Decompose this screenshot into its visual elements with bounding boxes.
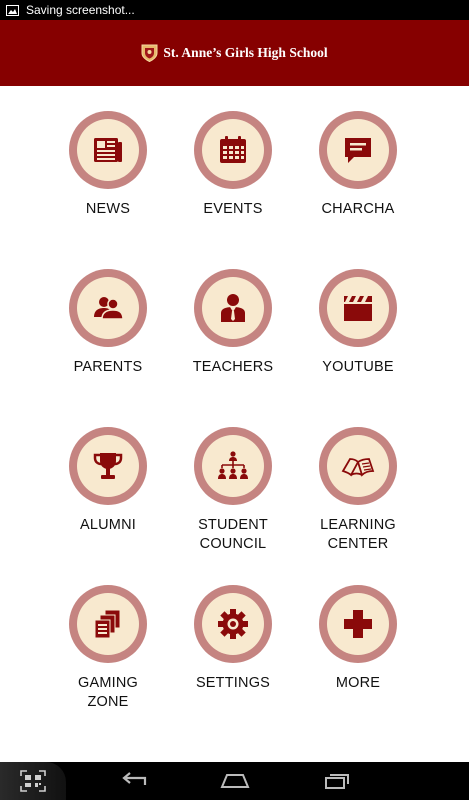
- menu-item-label: TEACHERS: [192, 359, 274, 375]
- icon-badge: [319, 585, 397, 663]
- status-bar: Saving screenshot...: [0, 0, 469, 20]
- screenshot-icon: [6, 4, 19, 16]
- newspaper-icon: [94, 138, 122, 162]
- trophy-icon: [93, 453, 123, 479]
- menu-item-label: CHARCHA: [321, 201, 395, 217]
- icon-badge: [319, 269, 397, 347]
- icon-badge: [194, 427, 272, 505]
- menu-item-teachers[interactable]: TEACHERS: [170, 269, 296, 377]
- menu-item-label: ALUMNI: [80, 517, 136, 533]
- menu-item-parents[interactable]: PARENTS: [45, 269, 171, 377]
- menu-item-student-council[interactable]: STUDENT COUNCIL: [170, 427, 296, 554]
- menu-item-label: LEARNING CENTER: [320, 517, 396, 552]
- gear-icon: [218, 609, 248, 639]
- menu-item-label: YOUTUBE: [322, 359, 394, 375]
- menu-item-label: STUDENT COUNCIL: [198, 517, 268, 552]
- back-arrow-icon: [122, 772, 147, 785]
- back-button[interactable]: [120, 769, 150, 793]
- icon-badge: [69, 269, 147, 347]
- icon-badge: [319, 427, 397, 505]
- menu-item-label: PARENTS: [73, 359, 143, 375]
- menu-item-more[interactable]: MORE: [295, 585, 421, 693]
- menu-item-settings[interactable]: SETTINGS: [170, 585, 296, 693]
- qr-scan-icon: [20, 770, 46, 792]
- icon-badge: [69, 585, 147, 663]
- menu-item-youtube[interactable]: YOUTUBE: [295, 269, 421, 377]
- menu-item-news[interactable]: NEWS: [45, 111, 171, 219]
- page-title: St. Anne’s Girls High School: [163, 45, 328, 60]
- menu-item-alumni[interactable]: ALUMNI: [45, 427, 171, 535]
- home-button[interactable]: [220, 769, 250, 793]
- clapperboard-icon: [344, 296, 372, 321]
- documents-icon: [94, 609, 121, 639]
- qr-scan-button[interactable]: [0, 762, 66, 800]
- menu-item-label: MORE: [335, 675, 381, 691]
- menu-item-label: GAMING ZONE: [77, 675, 138, 710]
- icon-badge: [194, 111, 272, 189]
- school-crest-icon: [141, 44, 158, 62]
- open-book-icon: [341, 458, 375, 477]
- menu-item-label: NEWS: [85, 201, 131, 217]
- chat-icon: [345, 138, 371, 163]
- menu-item-charcha[interactable]: CHARCHA: [295, 111, 421, 219]
- menu-item-learning-center[interactable]: LEARNING CENTER: [295, 427, 421, 554]
- system-nav-bar: [0, 762, 469, 800]
- home-icon: [220, 774, 250, 788]
- recent-apps-button[interactable]: [322, 769, 352, 793]
- icon-badge: [319, 111, 397, 189]
- icon-badge: [194, 585, 272, 663]
- app-header: St. Anne’s Girls High School: [0, 20, 469, 86]
- menu-item-label: EVENTS: [203, 201, 263, 217]
- recent-apps-icon: [325, 774, 349, 789]
- menu-item-label: SETTINGS: [195, 675, 271, 691]
- teacher-icon: [221, 294, 245, 322]
- org-chart-icon: [218, 451, 248, 479]
- calendar-icon: [220, 136, 246, 163]
- icon-badge: [69, 111, 147, 189]
- icon-badge: [69, 427, 147, 505]
- parents-icon: [94, 297, 124, 320]
- icon-badge: [194, 269, 272, 347]
- menu-item-gaming-zone[interactable]: GAMING ZONE: [45, 585, 171, 712]
- menu-grid: NEWS EVENTS CHARCHA PARENTS TEACHERS YOU…: [0, 86, 469, 762]
- status-notification: Saving screenshot...: [26, 3, 135, 17]
- plus-icon: [344, 610, 372, 638]
- menu-item-events[interactable]: EVENTS: [170, 111, 296, 219]
